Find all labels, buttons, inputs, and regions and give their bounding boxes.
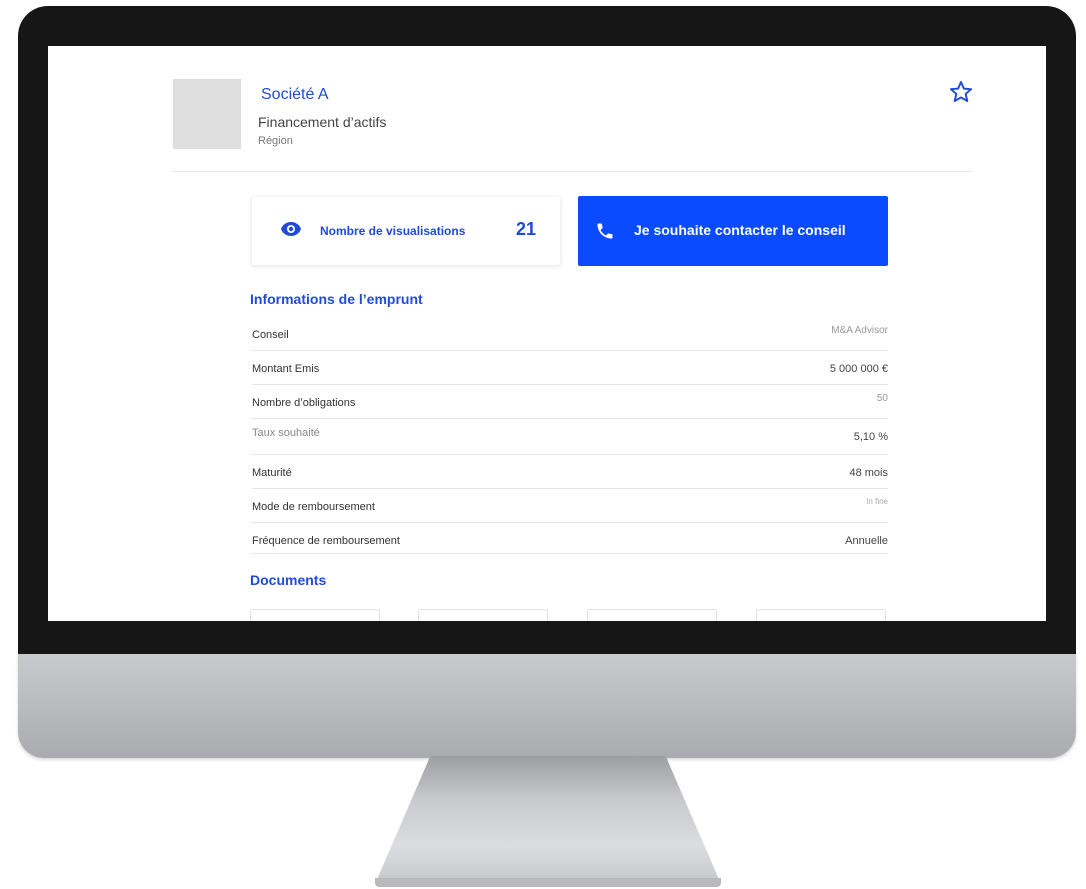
contact-advisor-button[interactable]: Je souhaite contacter le conseil: [578, 196, 888, 266]
document-card[interactable]: [418, 609, 548, 621]
monitor-stand-base: [375, 878, 721, 887]
loan-info-title: Informations de l’emprunt: [250, 291, 423, 307]
row-value: In fine: [866, 497, 888, 506]
table-row: Conseil M&A Advisor: [252, 317, 888, 351]
table-row: Montant Emis 5 000 000 €: [252, 351, 888, 385]
table-row: Nombre d’obligations 50: [252, 385, 888, 419]
monitor-chin: [18, 654, 1076, 758]
company-logo-placeholder: [173, 79, 241, 149]
company-name[interactable]: Société A: [261, 86, 329, 104]
document-card[interactable]: [756, 609, 886, 621]
company-region: Région: [258, 135, 293, 147]
table-row: Maturité 48 mois: [252, 455, 888, 489]
document-card[interactable]: [250, 609, 380, 621]
views-count: 21: [516, 219, 537, 239]
row-key: Montant Emis: [252, 363, 320, 375]
row-key: Fréquence de remboursement: [252, 535, 400, 547]
row-key: Taux souhaité: [252, 427, 320, 439]
row-value: 5 000 000 €: [829, 363, 888, 375]
views-card: Nombre de visualisations 21: [252, 197, 560, 265]
table-row: Mode de remboursement In fine: [252, 489, 888, 523]
views-label: Nombre de visualisations: [320, 224, 466, 238]
monitor-stand: [375, 756, 721, 884]
eye-icon: [281, 222, 301, 236]
row-key: Mode de remboursement: [252, 501, 375, 513]
header-divider: [172, 171, 972, 172]
row-key: Conseil: [252, 329, 289, 341]
row-key: Maturité: [252, 467, 292, 479]
table-row: Fréquence de remboursement Annuelle: [252, 523, 888, 554]
screen: Société A Financement d’actifs Région No…: [48, 46, 1046, 621]
star-outline-icon[interactable]: [948, 79, 974, 105]
row-value: M&A Advisor: [831, 325, 888, 336]
company-sector: Financement d’actifs: [258, 114, 387, 130]
row-value: 48 mois: [849, 467, 888, 479]
phone-icon: [597, 223, 613, 239]
row-value: 50: [876, 393, 888, 404]
table-row: Taux souhaité 5,10 %: [252, 419, 888, 455]
row-value: 5,10 %: [853, 431, 888, 443]
contact-button-label: Je souhaite contacter le conseil: [634, 222, 846, 238]
documents-title: Documents: [250, 572, 327, 588]
document-card[interactable]: [587, 609, 717, 621]
row-key: Nombre d’obligations: [252, 397, 356, 409]
row-value: Annuelle: [845, 535, 888, 547]
